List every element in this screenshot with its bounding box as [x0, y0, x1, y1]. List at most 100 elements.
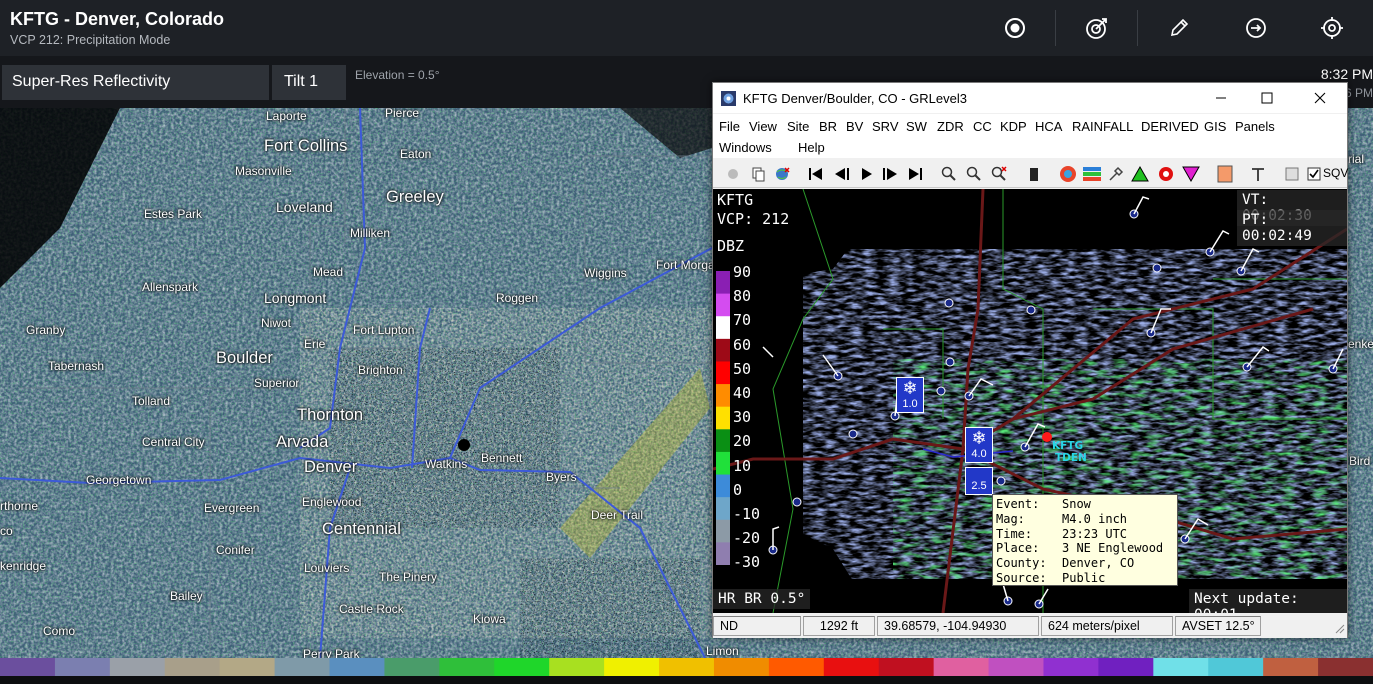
city-label: Byers [546, 470, 577, 484]
city-label: rial [1348, 152, 1365, 166]
copy-icon[interactable] [747, 163, 769, 185]
unchecked-box-icon[interactable] [1281, 163, 1303, 185]
text-tool-icon[interactable] [1247, 163, 1269, 185]
record-icon[interactable] [997, 10, 1033, 46]
play-icon[interactable] [856, 163, 878, 185]
legend-tick-label: 20 [733, 432, 752, 451]
menu-bv[interactable]: BV [846, 119, 863, 134]
city-label: rthorne [0, 499, 39, 513]
color-scale-segment [1318, 658, 1373, 676]
menu-sw[interactable]: SW [906, 119, 927, 134]
menu-rainfall[interactable]: RAINFALL [1072, 119, 1133, 134]
panel-icon[interactable] [1023, 163, 1045, 185]
snow-report-marker[interactable]: ❄ 1.0 [896, 377, 924, 413]
city-label: The Pinery [379, 570, 438, 584]
menu-site[interactable]: Site [787, 119, 809, 134]
radar-site-dot [1042, 432, 1052, 442]
menu-gis[interactable]: GIS [1204, 119, 1226, 134]
color-scale-segment [274, 658, 331, 676]
elevation-label: Elevation = 0.5° [355, 68, 440, 82]
menu-view[interactable]: View [749, 119, 777, 134]
color-scale-segment [164, 658, 221, 676]
city-label: Georgetown [86, 473, 152, 487]
menu-br[interactable]: BR [819, 119, 837, 134]
menu-file[interactable]: File [719, 119, 740, 134]
city-label: Bailey [170, 589, 203, 603]
color-scale-segment [439, 658, 495, 676]
tooltip-label: Time: [996, 526, 1033, 541]
color-scale-segment [933, 658, 990, 676]
overlay-unit: DBZ [717, 237, 745, 255]
menu-bar: File View Site BR BV SRV SW ZDR CC KDP H… [713, 114, 1347, 158]
gear-icon[interactable] [722, 163, 744, 185]
menu-zdr[interactable]: ZDR [937, 119, 964, 134]
legend-tick-label: 40 [733, 384, 752, 402]
snowflake-icon: ❄ [971, 428, 987, 448]
legend-tick-label: 30 [733, 408, 752, 427]
legend-swatch [716, 542, 730, 565]
login-arrow-icon[interactable] [1238, 10, 1274, 46]
orange-box-icon[interactable] [1214, 163, 1236, 185]
city-label: Brighton [358, 363, 403, 377]
globe-icon[interactable] [771, 163, 793, 185]
skip-end-icon[interactable] [904, 163, 926, 185]
product-selector[interactable]: Super-Res Reflectivity [2, 65, 269, 100]
legend-swatch [716, 474, 730, 498]
menu-srv[interactable]: SRV [872, 119, 899, 134]
city-label: Masonville [235, 164, 292, 178]
maximize-button[interactable] [1244, 83, 1290, 113]
menu-windows[interactable]: Windows [719, 140, 772, 155]
menu-panels[interactable]: Panels [1235, 119, 1275, 134]
color-scale-segment [604, 658, 660, 676]
radar-site-label: TDEN [1055, 452, 1087, 464]
menu-help[interactable]: Help [798, 140, 825, 155]
legend-tick-label: -20 [733, 529, 761, 548]
minimize-button[interactable] [1198, 83, 1244, 113]
target-check-icon[interactable] [1079, 10, 1115, 46]
menu-derived[interactable]: DERIVED [1141, 119, 1199, 134]
legend-tick-label: 70 [733, 311, 752, 330]
color-scale-segment [878, 658, 935, 676]
legend-swatch [716, 316, 730, 340]
snow-report-marker[interactable]: 2.5 [965, 467, 993, 495]
menu-kdp[interactable]: KDP [1000, 119, 1027, 134]
snow-report-marker[interactable]: ❄ 4.0 [965, 427, 993, 463]
storm-report-tooltip: Event: Snow Mag: M4.0 inch Time: 23:23 UTC … [992, 494, 1178, 586]
menu-hca[interactable]: HCA [1035, 119, 1062, 134]
city-label: Denver [304, 458, 358, 476]
zoom-out-icon[interactable] [963, 163, 985, 185]
checked-box-icon[interactable] [1303, 163, 1325, 185]
toolbar: SQV [713, 159, 1348, 188]
step-forward-icon[interactable] [879, 163, 901, 185]
zoom-reset-icon[interactable] [988, 163, 1010, 185]
status-height: 1292 ft [803, 616, 875, 636]
skip-start-icon[interactable] [805, 163, 827, 185]
grlevel3-window[interactable]: KFTG Denver/Boulder, CO - GRLevel3 File … [712, 82, 1348, 638]
city-label: Central City [142, 435, 205, 449]
menu-cc[interactable]: CC [973, 119, 992, 134]
color-table-icon[interactable] [1081, 163, 1103, 185]
legend-swatch [716, 384, 730, 408]
window-titlebar[interactable]: KFTG Denver/Boulder, CO - GRLevel3 [713, 83, 1347, 113]
city-label: Thornton [297, 406, 364, 424]
pencil-icon[interactable] [1161, 10, 1197, 46]
green-triangle-icon[interactable] [1129, 163, 1151, 185]
snowflake-icon: ❄ [902, 378, 918, 398]
magenta-triangle-icon[interactable] [1180, 163, 1202, 185]
tooltip-place: 3 NE Englewood [1062, 541, 1164, 556]
wrench-icon[interactable] [1105, 163, 1127, 185]
grlevel3-radar-view[interactable]: KFTG VCP: 212 VT: 00:02:30 PT: 00:02:49 … [713, 189, 1347, 613]
step-back-icon[interactable] [831, 163, 853, 185]
hurricane-icon[interactable] [1057, 163, 1079, 185]
tilt-selector[interactable]: Tilt 1 [272, 65, 346, 100]
red-circle-icon[interactable] [1155, 163, 1177, 185]
tooltip-label: County: [996, 556, 1047, 571]
color-scale-segment [384, 658, 440, 676]
legend-tick-label: 50 [733, 359, 752, 378]
city-label: Arvada [276, 433, 329, 451]
crosshair-icon[interactable] [1314, 10, 1350, 46]
city-label: Laporte [266, 109, 307, 123]
close-button[interactable] [1297, 83, 1343, 113]
zoom-in-icon[interactable] [938, 163, 960, 185]
resize-grip-icon[interactable] [1333, 622, 1345, 637]
